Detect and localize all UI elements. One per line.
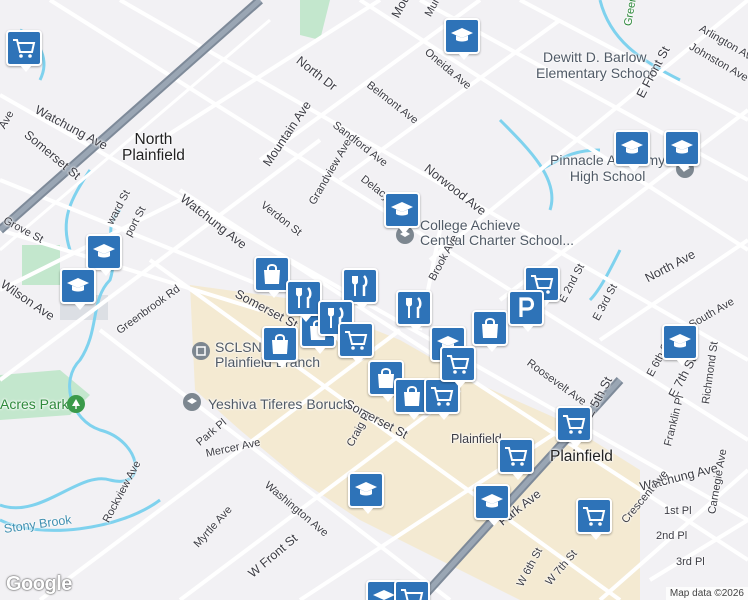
school-marker-icon[interactable]	[614, 130, 650, 172]
map-attribution[interactable]: Map data ©2026	[665, 587, 748, 600]
place-label-north-plainfield: North Plainfield	[122, 131, 185, 164]
school-marker-icon[interactable]	[474, 484, 510, 526]
shopping-cart-marker-icon[interactable]	[576, 498, 612, 540]
place-label-plainfield-station: Plainfield	[451, 432, 502, 446]
map-canvas[interactable]: North Plainfield Plainfield Plainfield D…	[0, 0, 748, 600]
shopping-cart-marker-icon[interactable]	[498, 438, 534, 480]
school-pin-icon[interactable]	[183, 393, 201, 411]
school-marker-icon[interactable]	[662, 324, 698, 366]
google-logo: Google	[6, 573, 72, 595]
street-label-3rd-pl: 3rd Pl	[676, 556, 705, 568]
shopping-cart-marker-icon[interactable]	[556, 406, 592, 448]
school-marker-icon[interactable]	[348, 472, 384, 514]
restaurant-marker-icon[interactable]	[342, 268, 378, 310]
restaurant-marker-icon[interactable]	[396, 290, 432, 332]
shopping-bag-marker-icon[interactable]	[262, 326, 298, 368]
school-marker-icon[interactable]	[384, 192, 420, 234]
school-marker-icon[interactable]	[60, 268, 96, 310]
shopping-cart-marker-icon[interactable]	[6, 30, 42, 72]
parking-marker-icon[interactable]	[508, 290, 544, 332]
shopping-cart-marker-icon[interactable]	[394, 580, 430, 600]
restaurant-marker-icon[interactable]	[286, 280, 322, 322]
shopping-bag-marker-icon[interactable]	[472, 310, 508, 352]
school-marker-icon[interactable]	[664, 130, 700, 172]
place-label-plainfield: Plainfield	[550, 448, 613, 465]
shopping-cart-marker-icon[interactable]	[338, 322, 374, 364]
shopping-cart-marker-icon[interactable]	[440, 346, 476, 388]
school-marker-icon[interactable]	[444, 18, 480, 60]
poi-label-yeshiva: Yeshiva Tiferes Boruch	[208, 396, 351, 412]
poi-label-acres-park: Acres Park	[0, 396, 69, 412]
shopping-bag-marker-icon[interactable]	[254, 256, 290, 298]
park-pin-icon[interactable]	[67, 395, 85, 413]
poi-label-dewitt: Dewitt D. Barlow Elementary School	[536, 49, 654, 81]
street-label-1st-pl: 1st Pl	[664, 505, 692, 517]
school-marker-icon[interactable]	[86, 234, 122, 276]
street-label-2nd-pl: 2nd Pl	[656, 530, 688, 542]
library-pin-icon[interactable]	[192, 342, 210, 360]
